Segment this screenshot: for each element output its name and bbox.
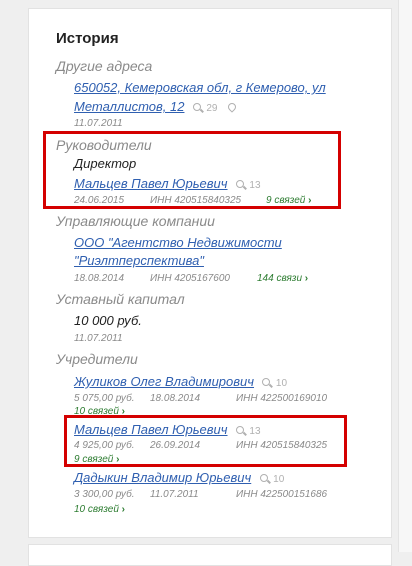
- leader-name-link[interactable]: Мальцев Павел Юрьевич: [74, 176, 228, 191]
- leader-date: 24.06.2015: [74, 195, 125, 206]
- manager-inn: ИНН 4205167600: [150, 273, 230, 284]
- founder-date: 18.08.2014: [150, 393, 201, 404]
- manager-link-line2[interactable]: "Риэлтперспектива": [74, 253, 204, 268]
- founder-date: 11.07.2011: [150, 489, 199, 500]
- history-title: История: [56, 30, 119, 47]
- address-link-line2[interactable]: Металлистов, 12: [74, 99, 184, 114]
- founder-row-1: Жуликов Олег Владимирович 10: [74, 373, 287, 391]
- address-count: 29: [206, 103, 218, 114]
- leader-inn: ИНН 420515840325: [150, 195, 242, 206]
- leaders-heading: Руководители: [56, 137, 152, 153]
- next-card: [28, 544, 392, 566]
- manager-date: 18.08.2014: [74, 273, 125, 284]
- leader-links[interactable]: 9 связей: [266, 195, 311, 206]
- manager-link-line1[interactable]: ООО "Агентство Недвижимости: [74, 235, 282, 250]
- search-icon[interactable]: [235, 425, 244, 434]
- founder-name-link[interactable]: Мальцев Павел Юрьевич: [74, 422, 228, 437]
- founders-heading: Учредители: [56, 351, 138, 367]
- managers-heading: Управляющие компании: [56, 213, 215, 229]
- founder-amount: 3 300,00 руб.: [74, 489, 135, 500]
- other-addresses-heading: Другие адреса: [56, 58, 153, 74]
- leader-name-row: Мальцев Павел Юрьевич 13: [74, 175, 261, 193]
- address-date: 11.07.2011: [74, 118, 123, 129]
- right-panel-edge: [398, 0, 412, 552]
- capital-heading: Уставный капитал: [56, 291, 185, 307]
- map-pin-icon[interactable]: [226, 101, 238, 113]
- capital-date: 11.07.2011: [74, 333, 123, 344]
- address-link-line1[interactable]: 650052, Кемеровская обл, г Кемерово, ул: [74, 80, 326, 95]
- founder-name-link[interactable]: Дадыкин Владимир Юрьевич: [74, 470, 251, 485]
- founder-count: 10: [273, 474, 285, 485]
- search-icon[interactable]: [262, 377, 271, 386]
- founder-inn: ИНН 420515840325: [236, 440, 328, 451]
- manager-links[interactable]: 144 связи: [257, 273, 308, 284]
- founder-row-2: Мальцев Павел Юрьевич 13: [74, 421, 261, 439]
- founder-links[interactable]: 9 связей: [74, 454, 119, 465]
- founder-amount: 5 075,00 руб.: [74, 393, 135, 404]
- founder-date: 26.09.2014: [150, 440, 201, 451]
- founder-count: 13: [249, 426, 261, 437]
- search-icon[interactable]: [235, 179, 244, 188]
- founder-links[interactable]: 10 связей: [74, 504, 125, 515]
- founder-row-3: Дадыкин Владимир Юрьевич 10: [74, 469, 284, 487]
- founder-inn: ИНН 422500169010: [236, 393, 328, 404]
- founder-inn: ИНН 422500151686: [236, 489, 328, 500]
- founder-name-link[interactable]: Жуликов Олег Владимирович: [74, 374, 254, 389]
- search-icon[interactable]: [192, 102, 201, 111]
- search-icon[interactable]: [259, 473, 268, 482]
- founder-amount: 4 925,00 руб.: [74, 440, 135, 451]
- leader-count: 13: [249, 180, 261, 191]
- leader-role: Директор: [74, 156, 137, 171]
- capital-value: 10 000 руб.: [74, 313, 142, 328]
- address-row-2: Металлистов, 12 29: [74, 98, 238, 116]
- founder-count: 10: [275, 378, 288, 389]
- card-perforated-edge: [22, 8, 32, 536]
